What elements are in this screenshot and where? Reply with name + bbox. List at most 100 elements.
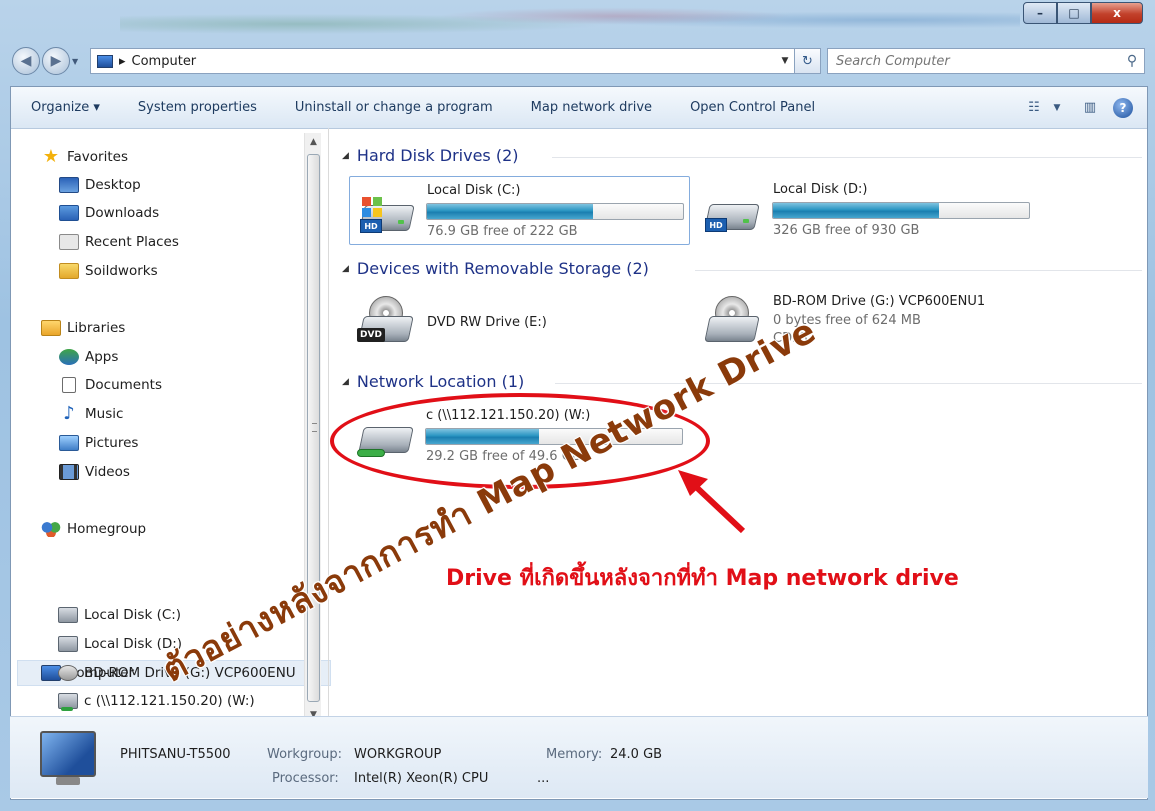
nav-apps[interactable]: Apps: [59, 345, 118, 369]
libraries-icon: [41, 320, 61, 336]
device-tile-dvd[interactable]: DVD DVD RW Drive (E:): [349, 290, 690, 356]
drive-tile-c[interactable]: HD Local Disk (C:) 76.9 GB free of 222 G…: [349, 176, 690, 245]
recent-pages-dropdown[interactable]: ▼: [72, 57, 84, 66]
apps-icon: [59, 349, 79, 365]
nav-pane-scrollbar[interactable]: ▲ ▼: [304, 133, 321, 723]
group-separator: [695, 270, 1142, 271]
processor-more: ...: [537, 771, 550, 786]
nav-recent-places-label: Recent Places: [85, 234, 179, 250]
forward-button[interactable]: ▶: [42, 47, 70, 75]
nav-music-label: Music: [85, 406, 124, 422]
view-options-dropdown-icon[interactable]: ▼: [1049, 96, 1065, 120]
drive-d-free-space: 326 GB free of 930 GB: [773, 223, 920, 238]
nav-videos-label: Videos: [85, 464, 130, 480]
open-control-panel-button[interactable]: Open Control Panel: [670, 100, 833, 115]
dvd-badge: DVD: [357, 328, 385, 342]
search-input[interactable]: [828, 50, 1120, 72]
collapse-triangle-icon[interactable]: ◢: [342, 151, 349, 161]
address-dropdown-icon[interactable]: ▼: [776, 56, 794, 66]
nav-videos[interactable]: Videos: [59, 460, 130, 484]
drive-light: [743, 219, 749, 223]
workgroup-value: WORKGROUP: [354, 747, 442, 762]
drive-d-name: Local Disk (D:): [773, 182, 868, 197]
group-removable-title: Devices with Removable Storage (2): [356, 259, 649, 278]
drive-c-usage-fill: [427, 204, 594, 219]
close-button[interactable]: x: [1091, 2, 1143, 24]
nav-downloads[interactable]: Downloads: [59, 201, 159, 225]
nav-pictures[interactable]: Pictures: [59, 431, 138, 455]
nav-recent-places[interactable]: Recent Places: [59, 230, 179, 254]
pictures-icon: [59, 435, 79, 451]
group-separator: [555, 383, 1142, 384]
desktop-icon: [59, 177, 79, 193]
nav-soildworks[interactable]: Soildworks: [59, 259, 158, 283]
nav-local-disk-c[interactable]: Local Disk (C:): [58, 603, 181, 627]
drive-d-usage-fill: [773, 203, 940, 218]
bd-rom-name: BD-ROM Drive (G:) VCP600ENU1: [773, 294, 986, 309]
maximize-button[interactable]: □: [1057, 2, 1091, 24]
hdd-badge-icon: HD: [360, 219, 382, 233]
nav-local-disk-c-label: Local Disk (C:): [84, 607, 182, 623]
command-bar: Organize ▾ System properties Uninstall o…: [11, 87, 1147, 129]
group-removable-storage[interactable]: ◢ Devices with Removable Storage (2): [342, 259, 649, 278]
help-icon[interactable]: ?: [1113, 97, 1133, 118]
hard-disk-drive-icon: HD: [358, 195, 415, 233]
recent-places-icon: [59, 234, 79, 250]
title-bar-glass: [120, 0, 1020, 40]
collapse-triangle-icon[interactable]: ◢: [342, 264, 349, 274]
breadcrumb-separator[interactable]: ▸: [119, 54, 126, 69]
address-bar[interactable]: ▸ Computer ▼: [90, 48, 795, 74]
group-hard-disk-drives[interactable]: ◢ Hard Disk Drives (2): [342, 146, 519, 165]
back-arrow-icon: ◀: [20, 53, 32, 69]
scroll-up-icon[interactable]: ▲: [305, 133, 322, 150]
back-button[interactable]: ◀: [12, 47, 40, 75]
nav-network-drive-w[interactable]: c (\\112.121.150.20) (W:): [58, 689, 255, 713]
search-icon[interactable]: ⚲: [1120, 53, 1144, 69]
nav-music[interactable]: ♪ Music: [59, 402, 123, 426]
scroll-grip-icon: [312, 423, 317, 432]
minimize-button[interactable]: –: [1023, 2, 1057, 24]
nav-libraries-label: Libraries: [67, 320, 126, 336]
change-view-icon[interactable]: ☷: [1019, 96, 1049, 120]
forward-arrow-icon: ▶: [50, 53, 62, 69]
monitor-stand: [56, 777, 80, 785]
nav-downloads-label: Downloads: [85, 205, 160, 221]
folder-icon: [59, 263, 79, 279]
nav-libraries[interactable]: Libraries: [41, 316, 125, 340]
nav-documents[interactable]: Documents: [59, 373, 162, 397]
collapse-triangle-icon[interactable]: ◢: [342, 377, 349, 387]
drive-c-name: Local Disk (C:): [427, 183, 521, 198]
uninstall-program-button[interactable]: Uninstall or change a program: [275, 100, 511, 115]
organize-button[interactable]: Organize ▾: [11, 100, 118, 115]
breadcrumb-computer[interactable]: Computer: [132, 54, 197, 69]
map-network-drive-button[interactable]: Map network drive: [511, 100, 670, 115]
workgroup-label: Workgroup:: [267, 747, 343, 762]
drive-light: [398, 220, 404, 224]
group-hard-disk-title: Hard Disk Drives (2): [356, 146, 519, 165]
computer-name: PHITSANU-T5500: [120, 747, 231, 762]
nav-favorites-label: Favorites: [67, 149, 128, 165]
homegroup-icon: [41, 521, 61, 537]
pane-divider[interactable]: [328, 128, 329, 716]
details-pane: PHITSANU-T5500 Workgroup: WORKGROUP Memo…: [10, 716, 1148, 798]
downloads-icon: [59, 205, 79, 221]
refresh-button[interactable]: ↻: [795, 48, 821, 74]
drive-tile-d[interactable]: HD Local Disk (D:) 326 GB free of 930 GB: [695, 176, 1040, 245]
system-properties-button[interactable]: System properties: [118, 100, 275, 115]
processor-value: Intel(R) Xeon(R) CPU: [354, 771, 489, 786]
nav-desktop[interactable]: Desktop: [59, 173, 141, 197]
windows-logo-icon: [362, 197, 382, 217]
nav-favorites[interactable]: ★ Favorites: [41, 145, 128, 169]
group-network-location[interactable]: ◢ Network Location (1): [342, 372, 524, 391]
group-network-title: Network Location (1): [356, 372, 525, 391]
refresh-icon: ↻: [802, 53, 813, 69]
music-note-icon: ♪: [63, 403, 75, 424]
computer-icon: [97, 54, 113, 68]
nav-network-drive-label: c (\\112.121.150.20) (W:): [84, 693, 255, 709]
nav-homegroup-label: Homegroup: [67, 521, 147, 537]
dvd-drive-icon: DVD: [357, 296, 414, 344]
search-box[interactable]: ⚲: [827, 48, 1145, 74]
preview-pane-icon[interactable]: ▥: [1075, 96, 1105, 120]
nav-homegroup[interactable]: Homegroup: [41, 517, 146, 541]
nav-soildworks-label: Soildworks: [85, 263, 158, 279]
